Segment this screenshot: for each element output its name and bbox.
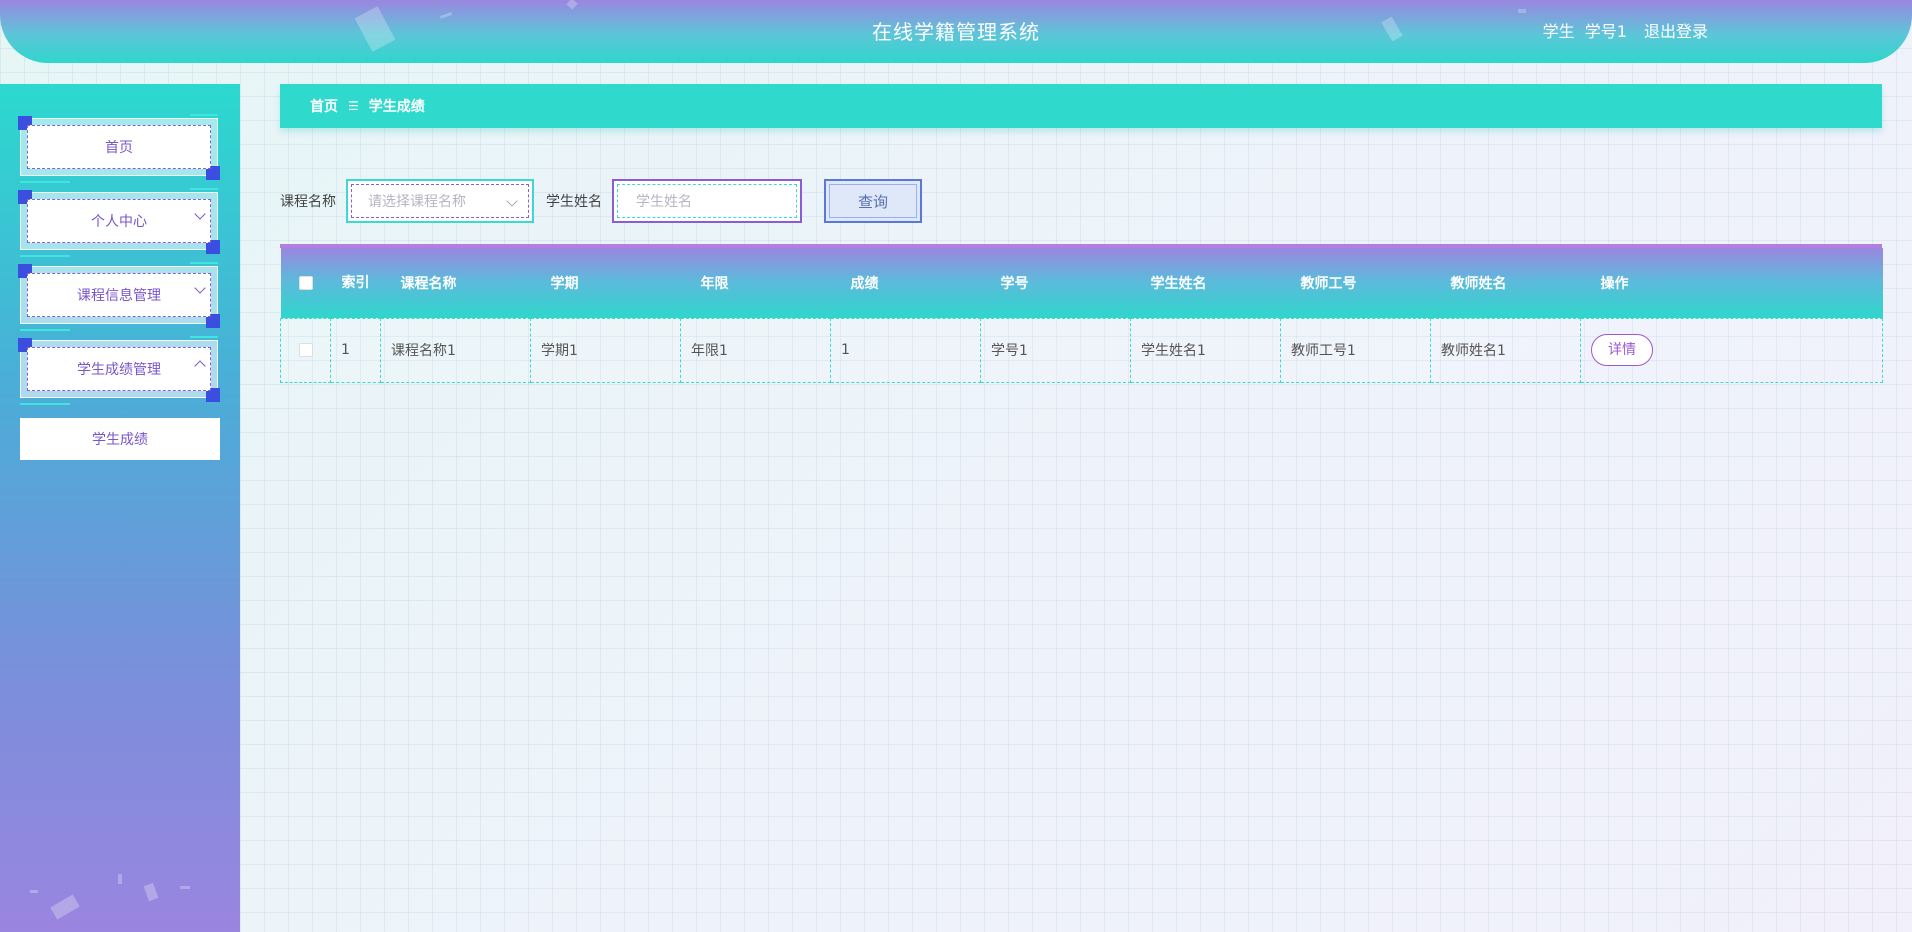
student-name-input[interactable]: 学生姓名 <box>612 179 802 223</box>
course-name-select[interactable]: 请选择课程名称 <box>346 179 534 223</box>
sidebar-item-label: 学生成绩管理 <box>27 347 211 391</box>
line-decoration <box>190 336 218 338</box>
column-header-student-name[interactable]: 学生姓名 <box>1130 248 1281 318</box>
line-decoration <box>20 329 70 331</box>
row-checkbox[interactable] <box>298 343 313 357</box>
line-decoration <box>190 114 218 116</box>
sidebar-item-home[interactable]: 首页 <box>18 114 220 183</box>
column-header-term[interactable]: 学期 <box>530 248 681 318</box>
detail-button[interactable]: 详情 <box>1591 334 1653 366</box>
line-decoration <box>190 188 218 190</box>
line-decoration <box>20 403 70 405</box>
select-all-cell <box>280 248 331 318</box>
breadcrumb-current: 学生成绩 <box>368 99 425 115</box>
student-name-placeholder: 学生姓名 <box>617 184 797 218</box>
submenu-item-student-score[interactable]: 学生成绩 <box>20 418 220 460</box>
column-header-student-no[interactable]: 学号 <box>980 248 1131 318</box>
user-role: 学生 <box>1542 22 1575 41</box>
cell-student-no: 学号1 <box>980 317 1131 383</box>
sidebar-item-label: 个人中心 <box>27 199 211 243</box>
decorative-shape <box>118 874 122 884</box>
cell-teacher-no: 教师工号1 <box>1280 317 1431 383</box>
row-select-cell <box>280 317 331 383</box>
decorative-shape <box>30 890 38 893</box>
cell-student-name: 学生姓名1 <box>1130 317 1281 383</box>
select-all-checkbox[interactable] <box>298 275 313 290</box>
cell-action: 详情 <box>1580 317 1883 383</box>
sidebar-item-label: 课程信息管理 <box>27 273 211 317</box>
sidebar: 首页 个人中心 课程信息管理 学生成绩管理 学生成绩 <box>0 84 240 932</box>
decorative-shape <box>180 886 190 889</box>
query-button[interactable]: 查询 <box>824 179 922 223</box>
search-bar: 课程名称 请选择课程名称 学生姓名 学生姓名 查询 <box>280 178 922 224</box>
sidebar-item-personal-center[interactable]: 个人中心 <box>18 188 220 257</box>
column-header-teacher-no[interactable]: 教师工号 <box>1280 248 1431 318</box>
line-decoration <box>20 255 70 257</box>
course-name-placeholder: 请选择课程名称 <box>351 184 529 218</box>
line-decoration <box>190 262 218 264</box>
cell-term: 学期1 <box>530 317 681 383</box>
column-header-course-name[interactable]: 课程名称 <box>380 248 531 318</box>
score-table: 索引 课程名称 学期 年限 成绩 学号 学生姓名 教师工号 教师姓名 操作 1 … <box>280 244 1883 383</box>
column-header-teacher-name[interactable]: 教师姓名 <box>1430 248 1581 318</box>
user-name: 学号1 <box>1584 22 1627 41</box>
cell-teacher-name: 教师姓名1 <box>1430 317 1581 383</box>
breadcrumb: 首页 ☰ 学生成绩 <box>280 84 1882 128</box>
decorative-shape <box>143 882 159 902</box>
course-name-label: 课程名称 <box>280 194 336 210</box>
cell-years: 年限1 <box>680 317 831 383</box>
column-header-years[interactable]: 年限 <box>680 248 831 318</box>
breadcrumb-separator-icon: ☰ <box>348 99 359 113</box>
user-area: 学生 学号1 退出登录 <box>1543 0 1708 63</box>
table-row: 1 课程名称1 学期1 年限1 1 学号1 学生姓名1 教师工号1 教师姓名1 … <box>280 317 1883 383</box>
decorative-shape <box>50 894 80 920</box>
sidebar-item-label: 首页 <box>27 125 211 169</box>
student-name-label: 学生姓名 <box>546 194 602 210</box>
sidebar-item-score-management[interactable]: 学生成绩管理 <box>18 336 220 405</box>
top-header: 在线学籍管理系统 学生 学号1 退出登录 <box>0 0 1912 63</box>
sidebar-item-course-info[interactable]: 课程信息管理 <box>18 262 220 331</box>
column-header-score[interactable]: 成绩 <box>830 248 981 318</box>
cell-course-name: 课程名称1 <box>380 317 531 383</box>
logout-link[interactable]: 退出登录 <box>1644 22 1708 41</box>
query-button-label: 查询 <box>829 184 917 218</box>
column-header-action: 操作 <box>1580 248 1883 318</box>
table-header-row: 索引 课程名称 学期 年限 成绩 学号 学生姓名 教师工号 教师姓名 操作 <box>280 248 1883 318</box>
cell-score: 1 <box>830 317 981 383</box>
breadcrumb-home[interactable]: 首页 <box>310 96 338 116</box>
cell-index: 1 <box>330 317 381 383</box>
column-header-index: 索引 <box>330 248 381 318</box>
line-decoration <box>20 181 70 183</box>
